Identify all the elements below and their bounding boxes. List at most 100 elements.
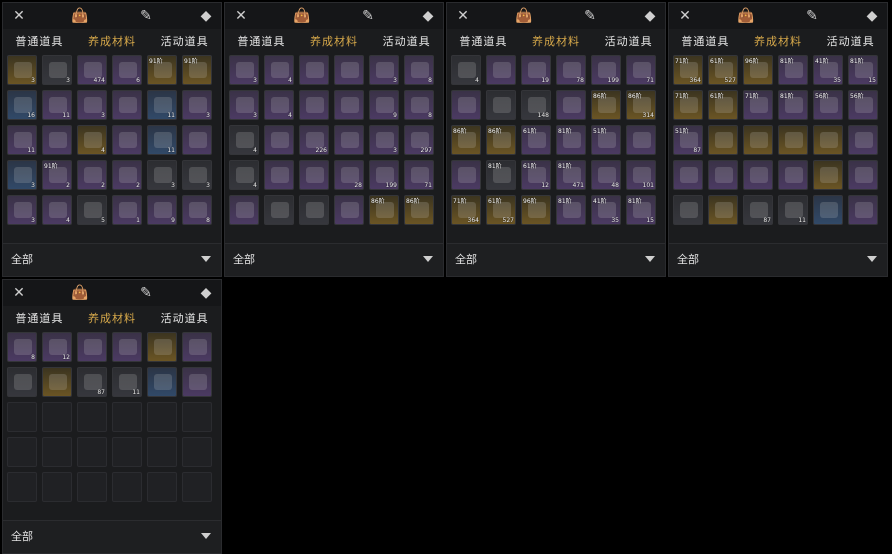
inventory-slot[interactable]: 101 <box>626 160 656 190</box>
inventory-slot[interactable]: 148 <box>521 90 551 120</box>
inventory-slot[interactable] <box>778 160 808 190</box>
inventory-slot[interactable] <box>7 437 37 467</box>
inventory-slot[interactable]: 81阶 471 <box>556 160 586 190</box>
inventory-slot[interactable] <box>778 125 808 155</box>
inventory-slot[interactable] <box>112 437 142 467</box>
inventory-slot[interactable]: 86阶 <box>591 90 621 120</box>
inventory-slot[interactable]: 41阶 35 <box>813 55 843 85</box>
tab-event[interactable]: 活动道具 <box>383 33 431 49</box>
inventory-slot[interactable] <box>112 332 142 362</box>
inventory-slot[interactable]: 9 <box>369 90 399 120</box>
inventory-slot[interactable]: 1 <box>112 195 142 225</box>
inventory-slot[interactable] <box>77 472 107 502</box>
inventory-slot[interactable] <box>42 472 72 502</box>
inventory-slot[interactable] <box>147 437 177 467</box>
inventory-slot[interactable] <box>708 195 738 225</box>
inventory-slot[interactable] <box>77 437 107 467</box>
inventory-slot[interactable] <box>112 90 142 120</box>
inventory-slot[interactable]: 6 <box>112 55 142 85</box>
inventory-slot[interactable] <box>743 160 773 190</box>
inventory-slot[interactable]: 51阶 <box>591 125 621 155</box>
inventory-slot[interactable]: 28 <box>334 160 364 190</box>
inventory-slot[interactable] <box>556 90 586 120</box>
crossed-swords-icon[interactable]: ✕ <box>453 6 473 26</box>
inventory-slot[interactable]: 4 <box>229 125 259 155</box>
inventory-slot[interactable]: 81阶 15 <box>626 195 656 225</box>
inventory-slot[interactable]: 61阶 <box>708 90 738 120</box>
inventory-slot[interactable] <box>334 195 364 225</box>
inventory-slot[interactable] <box>42 402 72 432</box>
inventory-slot[interactable] <box>42 367 72 397</box>
inventory-slot[interactable] <box>299 195 329 225</box>
inventory-slot[interactable]: 96阶 <box>743 55 773 85</box>
inventory-slot[interactable] <box>264 195 294 225</box>
inventory-slot[interactable]: 3 <box>182 160 212 190</box>
bag-icon[interactable]: 👜 <box>292 6 312 26</box>
inventory-slot[interactable] <box>147 402 177 432</box>
inventory-slot[interactable] <box>42 125 72 155</box>
inventory-slot[interactable] <box>451 160 481 190</box>
crossed-swords-icon[interactable]: ✕ <box>9 6 29 26</box>
inventory-slot[interactable] <box>182 472 212 502</box>
inventory-slot[interactable]: 71 <box>404 160 434 190</box>
chevron-down-icon[interactable] <box>867 256 877 262</box>
inventory-slot[interactable]: 71阶 364 <box>673 55 703 85</box>
filter-dropdown[interactable]: 全部 <box>677 251 699 267</box>
inventory-slot[interactable]: 9 <box>147 195 177 225</box>
inventory-slot[interactable]: 91阶 <box>147 55 177 85</box>
inventory-slot[interactable]: 81阶 <box>778 55 808 85</box>
crossed-swords-icon[interactable]: ✕ <box>9 283 29 303</box>
tab-materials[interactable]: 养成材料 <box>310 33 358 49</box>
inventory-slot[interactable]: 3 <box>42 55 72 85</box>
inventory-slot[interactable] <box>334 90 364 120</box>
inventory-slot[interactable] <box>147 367 177 397</box>
inventory-slot[interactable]: 86阶 <box>486 125 516 155</box>
inventory-slot[interactable]: 3 <box>147 160 177 190</box>
inventory-slot[interactable] <box>299 55 329 85</box>
inventory-slot[interactable]: 3 <box>229 90 259 120</box>
inventory-slot[interactable]: 16 <box>7 90 37 120</box>
inventory-slot[interactable] <box>673 160 703 190</box>
inventory-slot[interactable]: 226 <box>299 125 329 155</box>
tab-common[interactable]: 普通道具 <box>15 33 63 49</box>
inventory-slot[interactable] <box>299 90 329 120</box>
inventory-slot[interactable]: 3 <box>7 160 37 190</box>
crossed-swords-icon[interactable]: ✕ <box>675 6 695 26</box>
inventory-slot[interactable] <box>673 195 703 225</box>
inventory-slot[interactable]: 86阶 <box>451 125 481 155</box>
inventory-slot[interactable]: 61阶 12 <box>521 160 551 190</box>
scroll-quill-icon[interactable]: ✎ <box>580 6 600 26</box>
inventory-slot[interactable]: 8 <box>404 90 434 120</box>
tab-common[interactable]: 普通道具 <box>459 33 507 49</box>
gem-icon[interactable]: ◆ <box>418 6 438 26</box>
inventory-slot[interactable]: 19 <box>521 55 551 85</box>
inventory-slot[interactable]: 199 <box>591 55 621 85</box>
inventory-slot[interactable]: 3 <box>7 195 37 225</box>
inventory-slot[interactable]: 87 <box>77 367 107 397</box>
chevron-down-icon[interactable] <box>423 256 433 262</box>
inventory-slot[interactable] <box>182 402 212 432</box>
inventory-slot[interactable] <box>7 472 37 502</box>
filter-dropdown[interactable]: 全部 <box>455 251 477 267</box>
gem-icon[interactable]: ◆ <box>196 283 216 303</box>
inventory-slot[interactable]: 71 <box>626 55 656 85</box>
inventory-slot[interactable]: 8 <box>404 55 434 85</box>
bag-icon[interactable]: 👜 <box>736 6 756 26</box>
inventory-slot[interactable] <box>848 125 878 155</box>
inventory-slot[interactable]: 86阶 <box>404 195 434 225</box>
inventory-slot[interactable]: 4 <box>264 90 294 120</box>
inventory-slot[interactable]: 3 <box>7 55 37 85</box>
chevron-down-icon[interactable] <box>201 256 211 262</box>
bag-icon[interactable]: 👜 <box>514 6 534 26</box>
inventory-slot[interactable]: 11 <box>778 195 808 225</box>
inventory-slot[interactable] <box>264 125 294 155</box>
inventory-slot[interactable] <box>7 402 37 432</box>
inventory-slot[interactable] <box>451 90 481 120</box>
tab-materials[interactable]: 养成材料 <box>88 33 136 49</box>
inventory-slot[interactable]: 71阶 <box>673 90 703 120</box>
inventory-slot[interactable] <box>813 195 843 225</box>
tab-common[interactable]: 普通道具 <box>237 33 285 49</box>
tab-common[interactable]: 普通道具 <box>15 310 63 326</box>
inventory-slot[interactable]: 86阶 314 <box>626 90 656 120</box>
tab-common[interactable]: 普通道具 <box>681 33 729 49</box>
